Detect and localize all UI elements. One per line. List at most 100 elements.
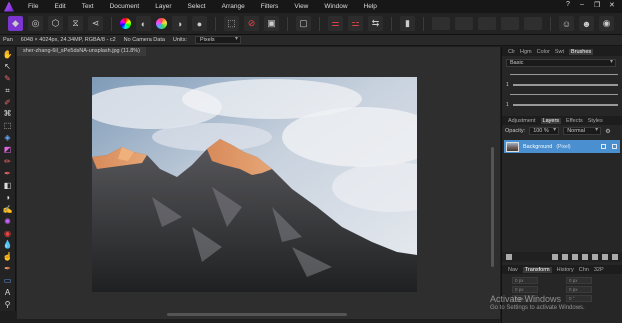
blend-mode-dropdown[interactable]: Normal [563,127,602,135]
h-field[interactable]: 0 px [566,286,592,293]
tab-chn[interactable]: Chn [579,267,589,273]
menu-view[interactable]: View [286,3,316,10]
move-icon[interactable]: ↖ [2,61,13,72]
liquify-persona-icon[interactable]: ◎ [28,16,43,31]
menu-edit[interactable]: Edit [46,3,73,10]
brush-icon[interactable]: ▮ [400,16,415,31]
group-icon[interactable] [582,254,588,260]
menu-select[interactable]: Select [180,3,214,10]
restore-button[interactable]: ❐ [594,1,600,9]
opacity-field[interactable]: 100 % [529,127,560,135]
close-button[interactable]: ✕ [609,1,615,9]
align-center-icon[interactable] [455,17,473,30]
brush-preset[interactable] [506,70,618,79]
tab-styles[interactable]: Styles [588,118,603,124]
document-tab[interactable]: sher-zhang-6il_sPe5dsNA-unsplash.jpg (11… [17,47,146,56]
hsl-icon[interactable] [156,18,167,29]
tab-swt[interactable]: Swt [555,49,564,55]
vertical-scrollbar[interactable] [491,147,494,267]
align-right-icon[interactable] [478,17,496,30]
blemish-icon[interactable]: ✺ [2,216,13,227]
tab-32p[interactable]: 32P [594,267,604,273]
new-layer-icon[interactable] [602,254,608,260]
menu-arrange[interactable]: Arrange [214,3,253,10]
brush-preset[interactable]: 1 [506,80,618,89]
contrast-icon[interactable]: ◐ [136,16,151,31]
blur-icon[interactable]: 💧 [2,240,13,251]
red-eye-icon[interactable]: ◉ [2,228,13,239]
text-icon[interactable]: A [2,288,13,299]
units-dropdown[interactable]: Pixels [194,36,241,44]
share-icon[interactable]: ⋖ [88,16,103,31]
tab-clr[interactable]: Clr [508,49,515,55]
tab-effects[interactable]: Effects [566,118,583,124]
tab-nav[interactable]: Nav [508,267,518,273]
tab-hgm[interactable]: Hgm [520,49,532,55]
white-balance-icon[interactable]: ◑ [172,16,187,31]
canvas-image[interactable] [92,77,417,292]
tab-history[interactable]: History [557,267,574,273]
menu-text[interactable]: Text [74,3,102,10]
dodge-icon[interactable]: ◑ [2,192,13,203]
tab-brushes[interactable]: Brushes [568,48,594,55]
develop-persona-icon[interactable]: ⬡ [48,16,63,31]
align-left-icon[interactable] [432,17,450,30]
visibility-checkbox[interactable] [612,144,617,149]
account-icon[interactable]: ◉ [599,16,614,31]
brush-preset[interactable] [506,90,618,99]
help-button[interactable]: ? [566,1,570,8]
tab-adjustment[interactable]: Adjustment [508,118,536,124]
brush-category-dropdown[interactable]: Basic [506,59,616,67]
flood-select-icon[interactable]: ⌘ [2,109,13,120]
levels-icon[interactable]: ● [192,16,207,31]
snapping-icon[interactable]: ⚌ [328,16,343,31]
tab-color[interactable]: Color [537,49,550,55]
color-replace-icon[interactable]: ✒ [2,169,13,180]
shape-icon[interactable]: ▭ [2,276,13,287]
selection-brush-icon[interactable]: ✐ [2,97,13,108]
erase-icon[interactable]: ◧ [2,180,13,191]
photo-persona-icon[interactable]: ◆ [8,16,23,31]
align-top-icon[interactable] [501,17,519,30]
users-icon[interactable]: ☻ [579,16,594,31]
fill-icon[interactable]: ◈ [2,133,13,144]
minimize-button[interactable]: – [580,1,584,8]
color-picker-icon[interactable]: ✎ [2,73,13,84]
assistant-icon[interactable]: ▢ [296,16,311,31]
marquee-tool-icon[interactable]: ⬚ [2,121,13,132]
swap-icon[interactable]: ⇆ [368,16,383,31]
tone-mapping-persona-icon[interactable]: ⧖ [68,16,83,31]
lock-icon[interactable] [601,144,606,149]
menu-window[interactable]: Window [316,3,355,10]
settings-icon[interactable]: ⚙ [605,128,610,135]
mask-layer-icon[interactable] [552,254,558,260]
brush-preset[interactable]: 1 [506,100,618,109]
y-field[interactable]: 0 px [512,286,538,293]
snapping-red-icon[interactable]: ⚍ [348,16,363,31]
layers-menu-icon[interactable] [506,254,512,260]
adjustment-layer-icon[interactable] [562,254,568,260]
tab-transform[interactable]: Transform [522,266,552,273]
mask-icon[interactable]: ⊘ [244,16,259,31]
pen-icon[interactable]: ✒ [2,264,13,275]
w-field[interactable]: 0 px [566,277,592,284]
quick-mask-icon[interactable]: ▣ [264,16,279,31]
hand-icon[interactable]: ✋ [2,50,13,61]
crop-icon[interactable]: ⌗ [2,85,13,96]
folder-icon[interactable] [592,254,598,260]
user-icon[interactable]: ☺ [559,16,574,31]
paint-brush-icon[interactable]: ✏ [2,157,13,168]
menu-filters[interactable]: Filters [253,3,287,10]
fx-icon[interactable] [572,254,578,260]
menu-help[interactable]: Help [356,3,385,10]
menu-file[interactable]: File [20,3,46,10]
x-field[interactable]: 0 px [512,277,538,284]
smudge-icon[interactable]: ☝ [2,252,13,263]
clone-icon[interactable]: ✍ [2,204,13,215]
zoom-icon[interactable]: ⚲ [2,300,13,311]
tab-layers[interactable]: Layers [540,117,562,124]
marquee-icon[interactable]: ⬚ [224,16,239,31]
align-middle-icon[interactable] [524,17,542,30]
menu-layer[interactable]: Layer [147,3,179,10]
layer-item-background[interactable]: Background (Pixel) [504,140,620,153]
